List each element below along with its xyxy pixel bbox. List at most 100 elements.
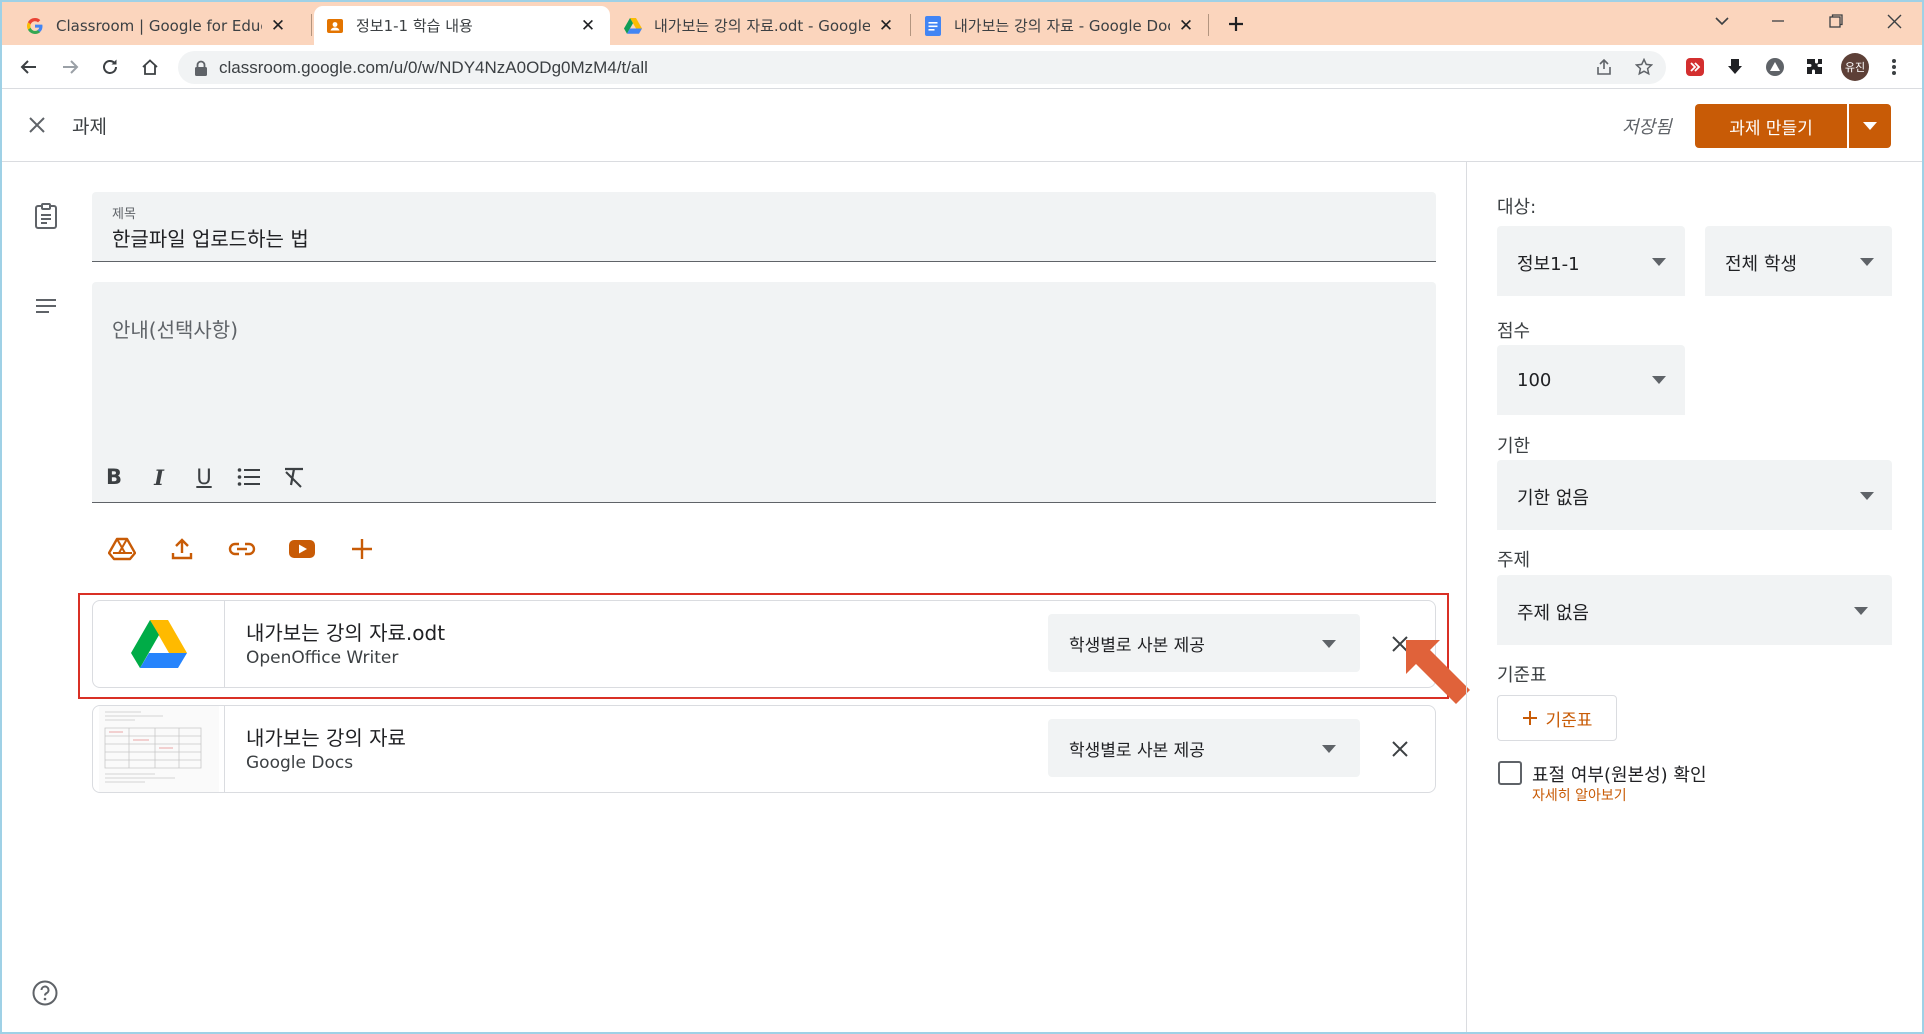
upload-icon bbox=[171, 538, 193, 560]
home-button[interactable] bbox=[135, 52, 165, 82]
learn-more-link[interactable]: 자세히 알아보기 bbox=[1532, 785, 1627, 805]
remove-attachment-button[interactable] bbox=[1384, 733, 1416, 765]
youtube-icon bbox=[289, 540, 315, 558]
originality-checkbox[interactable] bbox=[1498, 761, 1522, 785]
tab-search-button[interactable] bbox=[1702, 6, 1742, 36]
italic-icon: I bbox=[154, 464, 164, 490]
extension-download-icon[interactable] bbox=[1721, 53, 1749, 81]
assignment-icon bbox=[32, 202, 60, 230]
underline-icon: U bbox=[196, 465, 212, 489]
share-icon[interactable] bbox=[1590, 53, 1618, 81]
page-title: 과제 bbox=[72, 116, 107, 138]
description-placeholder[interactable]: 안내(선택사항) bbox=[112, 314, 238, 343]
italic-button[interactable]: I bbox=[142, 460, 176, 494]
bulleted-list-icon bbox=[237, 468, 260, 486]
arrow-left-icon bbox=[20, 60, 36, 74]
attachment-thumbnail[interactable] bbox=[93, 706, 225, 792]
extensions-puzzle-icon[interactable] bbox=[1801, 53, 1829, 81]
assign-button[interactable]: 과제 만들기 bbox=[1695, 104, 1847, 148]
drive-outline-icon bbox=[108, 537, 136, 561]
class-select-value[interactable]: 정보1-1 bbox=[1517, 250, 1580, 276]
add-rubric-button[interactable]: 기준표 bbox=[1497, 695, 1617, 741]
plus-icon bbox=[1522, 711, 1537, 725]
bold-button[interactable]: B bbox=[97, 460, 131, 494]
topic-select-value[interactable]: 주제 없음 bbox=[1517, 599, 1589, 625]
drive-icon bbox=[624, 17, 642, 35]
caret-down-icon bbox=[1322, 745, 1336, 753]
clear-formatting-button[interactable] bbox=[277, 460, 311, 494]
add-youtube-button[interactable] bbox=[284, 532, 320, 566]
new-tab-button[interactable] bbox=[1222, 10, 1250, 38]
close-icon bbox=[1392, 741, 1408, 757]
document-preview-icon bbox=[98, 706, 219, 792]
close-icon[interactable]: ✕ bbox=[876, 16, 896, 36]
forward-button[interactable] bbox=[55, 52, 85, 82]
back-button[interactable] bbox=[14, 52, 44, 82]
caret-down-icon bbox=[1854, 607, 1868, 615]
annotation-arrow-icon bbox=[1406, 640, 1470, 704]
annotation-highlight-box bbox=[78, 593, 1449, 699]
upload-file-button[interactable] bbox=[164, 532, 200, 566]
caret-down-icon bbox=[1652, 258, 1666, 266]
chevron-down-icon bbox=[1715, 17, 1729, 26]
help-icon bbox=[32, 980, 58, 1006]
tab-class-content[interactable]: 정보1-1 학습 내용 ✕ bbox=[314, 6, 610, 45]
close-icon bbox=[1887, 14, 1901, 28]
originality-label[interactable]: 표절 여부(원본성) 확인 bbox=[1532, 761, 1707, 787]
more-vert-icon[interactable] bbox=[1880, 53, 1908, 81]
tab-title: 내가보는 강의 자료.odt - Google Drive bbox=[654, 17, 870, 35]
plus-icon bbox=[1229, 17, 1243, 31]
minimize-icon bbox=[1772, 20, 1784, 22]
share-mode-value[interactable]: 학생별로 사본 제공 bbox=[1069, 736, 1205, 761]
tab-title: Classroom | Google for Education bbox=[56, 16, 262, 35]
bold-icon: B bbox=[105, 465, 122, 489]
for-label: 대상: bbox=[1497, 197, 1537, 218]
reload-button[interactable] bbox=[95, 52, 125, 82]
attachment-title[interactable]: 내가보는 강의 자료 bbox=[246, 722, 406, 751]
tab-drive-file[interactable]: 내가보는 강의 자료.odt - Google Drive ✕ bbox=[612, 6, 908, 45]
title-input[interactable]: 한글파일 업로드하는 법 bbox=[112, 223, 309, 252]
due-select-value[interactable]: 기한 없음 bbox=[1517, 484, 1589, 510]
help-button[interactable] bbox=[30, 978, 60, 1008]
plus-icon bbox=[352, 539, 372, 559]
underline-button[interactable]: U bbox=[187, 460, 221, 494]
close-assignment-button[interactable] bbox=[22, 110, 52, 140]
tab-divider bbox=[1208, 14, 1209, 36]
caret-down-icon bbox=[1860, 492, 1874, 500]
saved-status: 저장됨 bbox=[1622, 117, 1672, 138]
docs-icon bbox=[924, 15, 942, 36]
close-icon[interactable]: ✕ bbox=[268, 16, 288, 36]
bulleted-list-button[interactable] bbox=[232, 460, 266, 494]
caret-down-icon bbox=[1652, 376, 1666, 384]
add-drive-button[interactable] bbox=[104, 532, 140, 566]
profile-avatar[interactable]: 유진 bbox=[1841, 53, 1869, 81]
points-label: 점수 bbox=[1497, 321, 1531, 342]
restore-button[interactable] bbox=[1816, 6, 1856, 36]
add-link-button[interactable] bbox=[224, 532, 260, 566]
extension-red-icon[interactable] bbox=[1681, 53, 1709, 81]
close-icon[interactable]: ✕ bbox=[1176, 16, 1196, 36]
tab-classroom-home[interactable]: Classroom | Google for Education ✕ bbox=[14, 6, 300, 45]
tab-divider bbox=[311, 14, 312, 36]
url-text[interactable]: classroom.google.com/u/0/w/NDY4NzA0ODg0M… bbox=[219, 58, 648, 78]
window-close-button[interactable] bbox=[1874, 6, 1914, 36]
minimize-button[interactable] bbox=[1758, 6, 1798, 36]
close-icon[interactable]: ✕ bbox=[578, 16, 598, 36]
caret-down-icon bbox=[1863, 122, 1877, 130]
title-label: 제목 bbox=[112, 207, 136, 222]
tab-google-docs[interactable]: 내가보는 강의 자료 - Google Docs ✕ bbox=[912, 6, 1208, 45]
arrow-right-icon bbox=[63, 60, 79, 74]
link-icon bbox=[228, 542, 256, 556]
google-g-icon bbox=[26, 17, 44, 35]
create-new-button[interactable] bbox=[344, 532, 380, 566]
attachment-type: Google Docs bbox=[246, 753, 354, 773]
tab-title: 내가보는 강의 자료 - Google Docs bbox=[954, 17, 1170, 35]
students-select-value[interactable]: 전체 학생 bbox=[1725, 250, 1797, 276]
tab-divider bbox=[910, 14, 911, 36]
lock-icon[interactable] bbox=[194, 60, 208, 76]
bookmark-star-icon[interactable] bbox=[1630, 53, 1658, 81]
assign-options-button[interactable] bbox=[1849, 104, 1891, 148]
tab-title: 정보1-1 학습 내용 bbox=[356, 17, 473, 35]
extension-circle-icon[interactable] bbox=[1761, 53, 1789, 81]
points-select-value[interactable]: 100 bbox=[1517, 370, 1551, 391]
